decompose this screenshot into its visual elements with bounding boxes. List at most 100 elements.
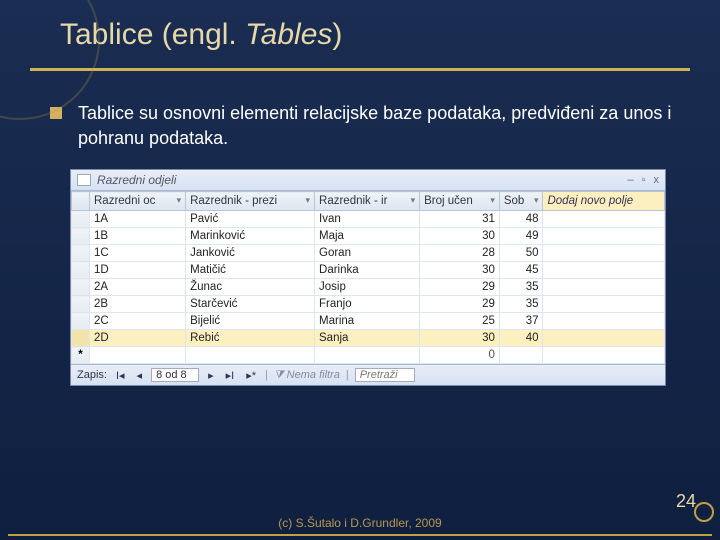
new-record-row[interactable]: *0 <box>72 347 665 364</box>
cell-broj[interactable]: 30 <box>420 330 500 347</box>
cell-soba[interactable]: 40 <box>499 330 543 347</box>
cell-ime[interactable]: Marina <box>315 313 420 330</box>
col-broj-ucen[interactable]: Broj učen▾ <box>420 192 500 211</box>
deco-line <box>8 534 712 536</box>
cell-broj[interactable]: 31 <box>420 211 500 228</box>
nav-record-box[interactable]: 8 od 8 <box>151 368 199 382</box>
cell-ime[interactable]: Goran <box>315 245 420 262</box>
cell-soba[interactable]: 48 <box>499 211 543 228</box>
row-selector[interactable] <box>72 279 90 296</box>
table-row[interactable]: 2DRebićSanja3040 <box>72 330 665 347</box>
cell-extra[interactable] <box>543 296 665 313</box>
cell-razred[interactable]: 1C <box>90 245 186 262</box>
record-navigator: Zapis: I◂ ◂ 8 od 8 ▸ ▸I ▸* | ⧩ Nema filt… <box>71 364 665 385</box>
table-row[interactable]: 2AŽunacJosip2935 <box>72 279 665 296</box>
col-razrednik-ime[interactable]: Razrednik - ir▾ <box>315 192 420 211</box>
access-table-screenshot: Razredni odjeli – ▫ x Razredni oc▾ Razre… <box>70 169 666 386</box>
cell-razred[interactable]: 1A <box>90 211 186 228</box>
row-selector[interactable] <box>72 330 90 347</box>
cell-razred[interactable]: 2B <box>90 296 186 313</box>
cell-ime[interactable]: Darinka <box>315 262 420 279</box>
cell-prezime[interactable]: Matičić <box>186 262 315 279</box>
cell-prezime[interactable]: Starčević <box>186 296 315 313</box>
row-selector[interactable] <box>72 245 90 262</box>
table-row[interactable]: 2CBijelićMarina2537 <box>72 313 665 330</box>
col-razredni[interactable]: Razredni oc▾ <box>90 192 186 211</box>
nav-search-box[interactable]: Pretraži <box>355 368 415 382</box>
cell-broj[interactable]: 25 <box>420 313 500 330</box>
cell-soba[interactable]: 35 <box>499 279 543 296</box>
slide-title: Tablice (engl. Tables) <box>0 0 720 62</box>
restore-icon[interactable]: ▫ <box>642 174 646 186</box>
footer-copyright: (c) S.Šutalo i D.Grundler, 2009 <box>0 516 720 530</box>
nav-next-icon[interactable]: ▸ <box>205 369 217 382</box>
table-row[interactable]: 1CJankovićGoran2850 <box>72 245 665 262</box>
cell-razred[interactable]: 2D <box>90 330 186 347</box>
bullet-text: Tablice su osnovni elementi relacijske b… <box>78 101 690 151</box>
nav-last-icon[interactable]: ▸I <box>223 369 238 382</box>
nav-filter[interactable]: ⧩ Nema filtra <box>274 369 340 382</box>
cell-ime[interactable]: Ivan <box>315 211 420 228</box>
cell-extra[interactable] <box>543 228 665 245</box>
cell-prezime[interactable]: Rebić <box>186 330 315 347</box>
cell-prezime[interactable]: Bijelić <box>186 313 315 330</box>
cell-prezime[interactable]: Pavić <box>186 211 315 228</box>
row-selector[interactable] <box>72 228 90 245</box>
row-selector[interactable] <box>72 313 90 330</box>
row-selector[interactable] <box>72 211 90 228</box>
cell-ime[interactable]: Sanja <box>315 330 420 347</box>
row-selector[interactable] <box>72 296 90 313</box>
cell-broj[interactable]: 29 <box>420 279 500 296</box>
row-selector[interactable] <box>72 262 90 279</box>
cell-extra[interactable] <box>543 245 665 262</box>
table-row[interactable]: 1BMarinkovićMaja3049 <box>72 228 665 245</box>
tab-title: Razredni odjeli <box>97 173 176 187</box>
col-add-new-field[interactable]: Dodaj novo polje <box>543 192 665 211</box>
nav-new-icon[interactable]: ▸* <box>243 369 259 382</box>
cell-soba[interactable]: 45 <box>499 262 543 279</box>
cell-razred[interactable]: 1D <box>90 262 186 279</box>
new-row-marker: * <box>72 347 90 364</box>
cell-ime[interactable]: Franjo <box>315 296 420 313</box>
cell-razred[interactable]: 2C <box>90 313 186 330</box>
cell-soba[interactable]: 35 <box>499 296 543 313</box>
cell-extra[interactable] <box>543 313 665 330</box>
cell-razred[interactable]: 2A <box>90 279 186 296</box>
cell-extra[interactable] <box>543 262 665 279</box>
cell-razred[interactable]: 1B <box>90 228 186 245</box>
cell-broj[interactable]: 30 <box>420 262 500 279</box>
table-row[interactable]: 1APavićIvan3148 <box>72 211 665 228</box>
cell-extra[interactable] <box>543 330 665 347</box>
cell-extra[interactable] <box>543 211 665 228</box>
nav-prev-icon[interactable]: ◂ <box>134 369 146 382</box>
cell-broj[interactable]: 0 <box>420 347 500 364</box>
cell-ime[interactable]: Maja <box>315 228 420 245</box>
table-row[interactable]: 2BStarčevićFranjo2935 <box>72 296 665 313</box>
nav-label: Zapis: <box>77 369 107 381</box>
minimize-icon[interactable]: – <box>627 174 633 186</box>
close-icon[interactable]: x <box>654 174 660 186</box>
window-controls: – ▫ x <box>627 174 659 186</box>
page-number: 24 <box>676 491 696 512</box>
cell-ime[interactable]: Josip <box>315 279 420 296</box>
cell-prezime[interactable]: Žunac <box>186 279 315 296</box>
col-razrednik-prezime[interactable]: Razrednik - prezi▾ <box>186 192 315 211</box>
select-all-corner[interactable] <box>72 192 90 211</box>
cell-soba[interactable]: 37 <box>499 313 543 330</box>
table-row[interactable]: 1DMatičićDarinka3045 <box>72 262 665 279</box>
nav-first-icon[interactable]: I◂ <box>113 369 128 382</box>
table-icon <box>77 174 91 186</box>
col-sob[interactable]: Sob▾ <box>499 192 543 211</box>
filter-icon: ⧩ <box>274 369 284 382</box>
cell-soba[interactable]: 49 <box>499 228 543 245</box>
cell-broj[interactable]: 28 <box>420 245 500 262</box>
cell-soba[interactable]: 50 <box>499 245 543 262</box>
cell-extra[interactable] <box>543 279 665 296</box>
deco-circle <box>694 502 714 522</box>
cell-prezime[interactable]: Janković <box>186 245 315 262</box>
cell-prezime[interactable]: Marinković <box>186 228 315 245</box>
bullet-item: Tablice su osnovni elementi relacijske b… <box>40 101 690 151</box>
cell-broj[interactable]: 29 <box>420 296 500 313</box>
data-grid: Razredni oc▾ Razrednik - prezi▾ Razredni… <box>71 191 665 364</box>
cell-broj[interactable]: 30 <box>420 228 500 245</box>
